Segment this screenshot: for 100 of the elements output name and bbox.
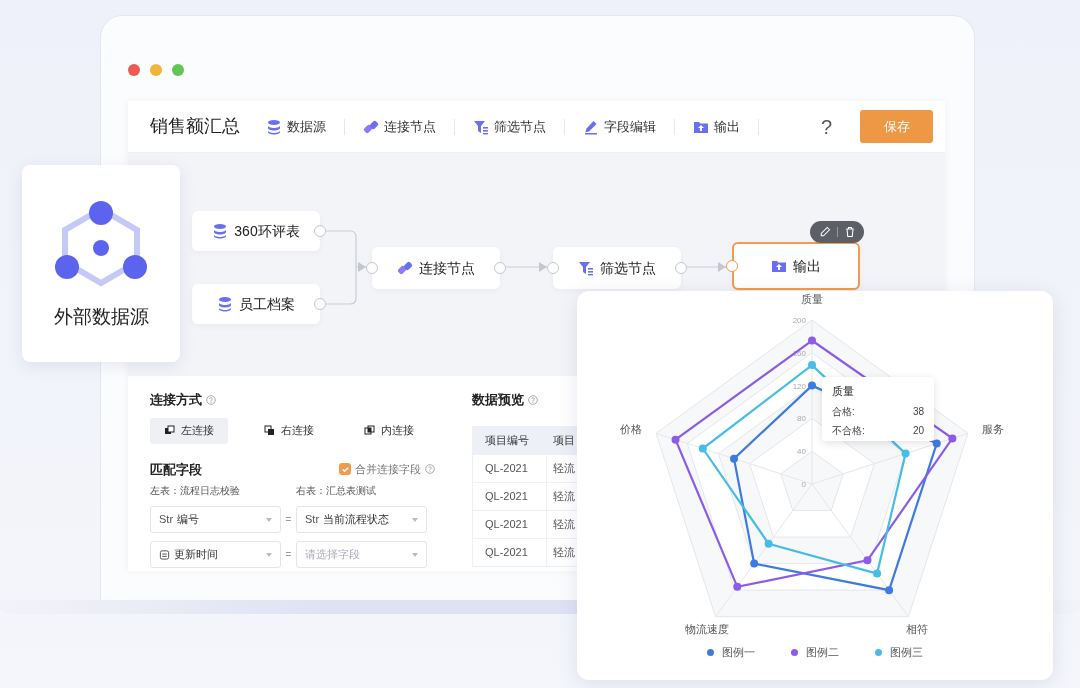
link-icon	[363, 118, 379, 135]
toolbar-button[interactable]: 连接节点	[363, 118, 455, 135]
caret-icon	[412, 517, 418, 522]
database-icon	[217, 296, 233, 312]
table-cell: QL-2021	[473, 454, 547, 482]
join-icon	[164, 425, 175, 436]
calendar-icon	[159, 549, 170, 560]
tooltip-value: 38	[912, 404, 924, 419]
data-point	[764, 539, 773, 548]
table-cell-text: 轻流	[552, 461, 576, 476]
tick-label: 40	[797, 447, 806, 457]
table-cell-text: 轻流	[552, 517, 576, 532]
join-type-button[interactable]: 内连接	[350, 417, 428, 444]
network-icon	[55, 201, 147, 287]
legend-label: 图例三	[890, 645, 923, 660]
flow-node[interactable]: 连接节点	[372, 247, 500, 289]
axis-label: 质量	[801, 293, 823, 306]
equals-sign: =	[284, 513, 293, 527]
close-dot[interactable]	[128, 64, 140, 76]
checkbox-label: 合并连接字段	[355, 462, 421, 477]
axis-label: 相符	[906, 622, 929, 635]
tick-label: 80	[797, 414, 806, 424]
data-point	[808, 381, 816, 390]
data-point	[901, 449, 910, 458]
table-cell: QL-2021	[473, 482, 547, 510]
connector-line	[505, 262, 548, 272]
table-label: 左表：流程日志校验	[150, 484, 241, 498]
join-type-button[interactable]: 左连接	[150, 417, 228, 444]
flow-node[interactable]: 输出	[732, 242, 860, 290]
join-type-button[interactable]: 右连接	[250, 417, 328, 444]
connector-line	[686, 262, 727, 272]
join-icon	[264, 425, 275, 436]
column-header: 项目编号	[473, 431, 547, 449]
database-icon	[212, 223, 229, 239]
axis-label: 服务	[982, 422, 1004, 435]
connection-port	[547, 262, 559, 274]
toolbar-button[interactable]: 筛选节点	[473, 118, 565, 135]
data-point	[808, 361, 816, 370]
database-icon	[266, 118, 282, 135]
data-point	[885, 586, 894, 595]
flow-node[interactable]: 筛选节点	[553, 247, 681, 289]
filter-icon	[473, 118, 489, 135]
data-point	[932, 439, 941, 448]
link-icon	[397, 260, 413, 276]
tooltip-value: 20	[912, 423, 924, 438]
legend-label: 图例一	[722, 645, 755, 660]
pencil-icon	[818, 226, 831, 238]
data-point	[671, 435, 680, 444]
axis-label: 价格	[620, 422, 642, 435]
card-label: 外部数据源	[53, 305, 149, 329]
join-icon	[364, 425, 375, 436]
field-select[interactable]: Str 编号	[150, 506, 281, 533]
merge-checkbox[interactable]	[339, 463, 351, 476]
equals-sign: =	[284, 548, 293, 562]
data-point	[863, 556, 872, 565]
pencil-icon	[583, 118, 599, 135]
tooltip-label: 合格:	[832, 404, 855, 419]
filter-icon	[578, 260, 594, 276]
help-icon	[206, 394, 216, 405]
toolbar-button[interactable]: 数据源	[266, 118, 345, 135]
help-button[interactable]: ?	[814, 110, 838, 143]
section-title: 数据预览	[472, 391, 524, 409]
connection-port	[726, 260, 738, 272]
section-title: 连接方式	[150, 391, 202, 409]
section-title: 匹配字段	[150, 460, 202, 479]
data-point	[873, 569, 882, 578]
caret-icon	[412, 552, 418, 557]
caret-icon	[266, 552, 272, 557]
table-cell-text: 轻流	[552, 489, 576, 504]
data-point	[730, 454, 738, 463]
maximize-dot[interactable]	[172, 64, 184, 76]
data-point	[698, 444, 707, 453]
data-point	[808, 336, 816, 345]
field-select[interactable]: 更新时间	[150, 541, 281, 568]
trash-icon	[843, 226, 856, 238]
toolbar-title: 销售额汇总	[150, 115, 240, 138]
tick-label: 120	[792, 381, 806, 391]
field-select[interactable]: Str 当前流程状态	[296, 506, 427, 533]
table-cell: QL-2021	[473, 510, 547, 538]
minimize-dot[interactable]	[150, 64, 162, 76]
legend-label: 图例二	[806, 645, 839, 660]
flow-node[interactable]: 360环评表	[192, 211, 320, 251]
flow-node[interactable]: 员工档案	[192, 284, 320, 324]
folder-icon	[771, 258, 787, 274]
data-point	[948, 434, 957, 443]
table-cell: QL-2021	[473, 538, 547, 566]
tooltip-title: 质量	[832, 384, 855, 399]
tick-label: 200	[792, 316, 806, 325]
toolbar-button[interactable]: 字段编辑	[583, 118, 675, 135]
table-cell-text: 轻流	[552, 545, 576, 560]
connection-port	[366, 262, 378, 274]
tooltip-label: 不合格:	[832, 423, 865, 438]
help-icon	[528, 394, 538, 405]
data-point	[733, 582, 742, 591]
axis-label: 物流速度	[684, 622, 729, 635]
toolbar-button[interactable]: 输出	[693, 118, 759, 135]
caret-icon	[266, 517, 272, 522]
table-label: 右表：汇总表测试	[296, 484, 376, 498]
help-icon	[425, 464, 435, 475]
column-header: 项目	[552, 432, 576, 448]
